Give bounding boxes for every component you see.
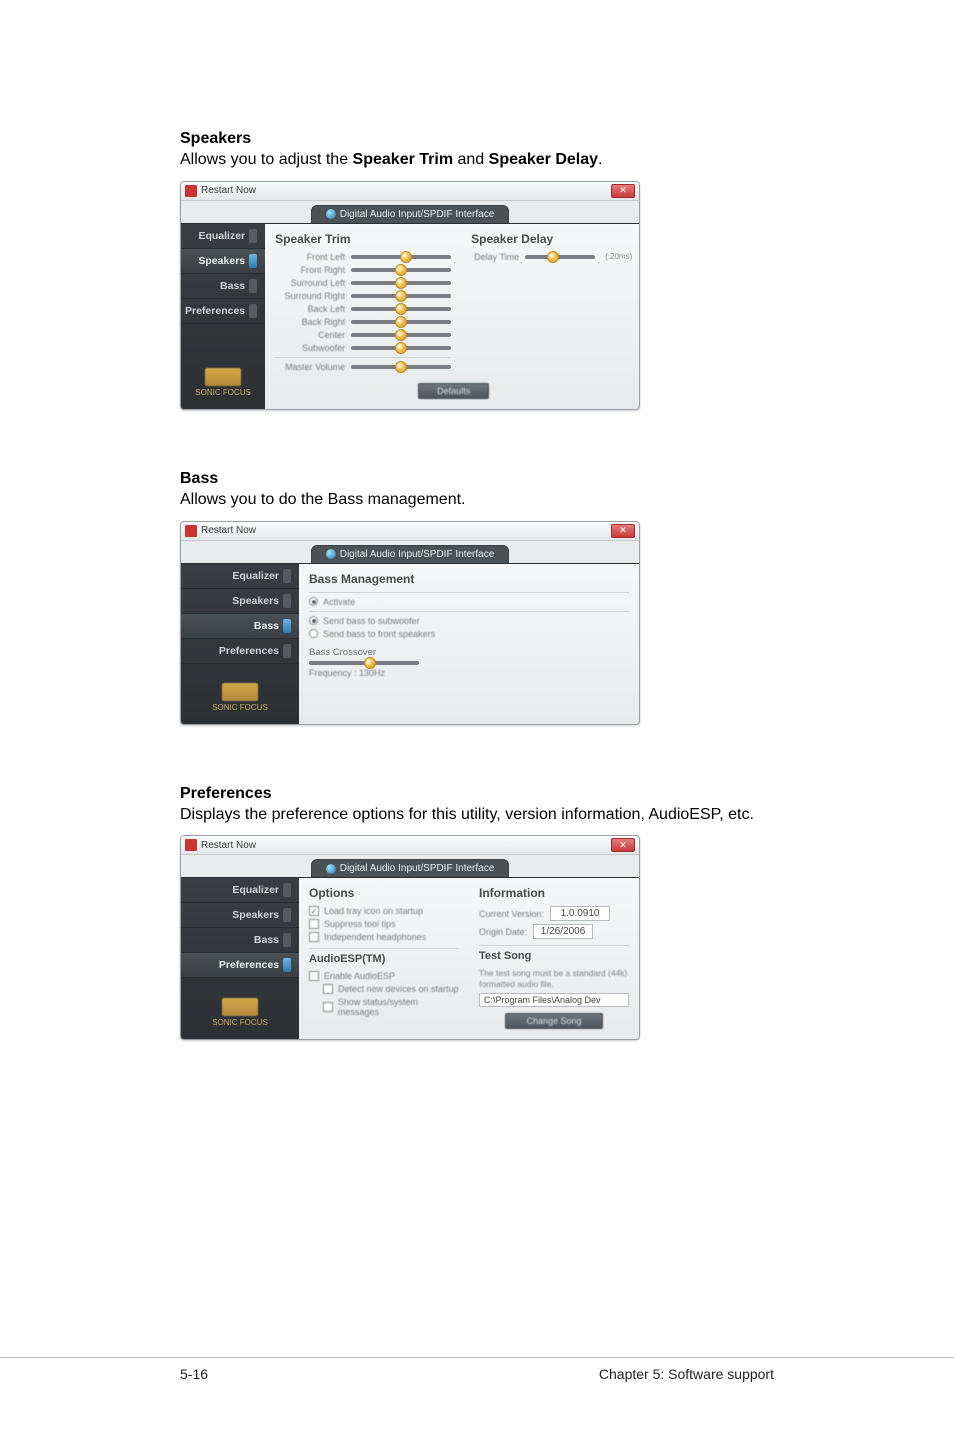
brand: SONIC FOCUS bbox=[181, 990, 299, 1031]
app-icon bbox=[185, 185, 197, 197]
speakers-content: Speaker Trim Front Left Front Right Surr… bbox=[265, 224, 640, 409]
close-button[interactable]: ✕ bbox=[611, 838, 635, 852]
slider-delay-time[interactable]: Delay Time (:20ms) bbox=[471, 252, 632, 262]
sidebar-item-equalizer[interactable]: Equalizer bbox=[181, 224, 265, 249]
window-title: Restart Now bbox=[201, 840, 256, 851]
sidebar-item-bass[interactable]: Bass bbox=[181, 614, 299, 639]
slider-front-right[interactable]: Front Right bbox=[275, 265, 451, 275]
slider-subwoofer[interactable]: Subwoofer bbox=[275, 343, 451, 353]
sidebar: Equalizer Speakers Bass Preferences SONI… bbox=[181, 878, 299, 1038]
crossover-frequency: Frequency : 130Hz bbox=[309, 668, 629, 678]
tab-label: Digital Audio Input/SPDIF Interface bbox=[340, 209, 495, 220]
titlebar: Restart Now ✕ bbox=[181, 836, 639, 855]
speakers-window: Restart Now ✕ Digital Audio Input/SPDIF … bbox=[180, 181, 640, 410]
window-title: Restart Now bbox=[201, 525, 256, 536]
page-number: 5-16 bbox=[180, 1366, 208, 1382]
bass-window: Restart Now ✕ Digital Audio Input/SPDIF … bbox=[180, 521, 640, 725]
bass-management-title: Bass Management bbox=[309, 572, 629, 586]
check-show-status-messages[interactable]: Show status/system messages bbox=[309, 997, 459, 1017]
bass-crossover-label: Bass Crossover bbox=[309, 647, 629, 658]
section-preferences: Preferences Displays the preference opti… bbox=[180, 785, 774, 1040]
options-title: Options bbox=[309, 886, 459, 900]
sidebar-item-equalizer[interactable]: Equalizer bbox=[181, 564, 299, 589]
check-detect-new-devices[interactable]: Detect new devices on startup bbox=[309, 984, 459, 994]
speaker-trim-title: Speaker Trim bbox=[275, 232, 451, 246]
audioesp-title: AudioESP(TM) bbox=[309, 953, 459, 965]
test-song-title: Test Song bbox=[479, 950, 629, 962]
tab-digital-audio[interactable]: Digital Audio Input/SPDIF Interface bbox=[311, 859, 510, 877]
brand: SONIC FOCUS bbox=[181, 360, 265, 401]
section-description: Displays the preference options for this… bbox=[180, 805, 774, 826]
sidebar-item-speakers[interactable]: Speakers bbox=[181, 589, 299, 614]
slider-back-right[interactable]: Back Right bbox=[275, 317, 451, 327]
app-icon bbox=[185, 839, 197, 851]
sidebar-item-speakers[interactable]: Speakers bbox=[181, 903, 299, 928]
section-title: Preferences bbox=[180, 785, 774, 803]
slider-surround-right[interactable]: Surround Right bbox=[275, 291, 451, 301]
window-title: Restart Now bbox=[201, 185, 256, 196]
spdif-icon bbox=[326, 549, 336, 559]
slider-surround-left[interactable]: Surround Left bbox=[275, 278, 451, 288]
check-suppress-tips[interactable]: Suppress tool tips bbox=[309, 919, 459, 929]
sidebar: Equalizer Speakers Bass Preferences SONI… bbox=[181, 564, 299, 724]
section-title: Bass bbox=[180, 470, 774, 488]
sidebar-item-bass[interactable]: Bass bbox=[181, 928, 299, 953]
information-title: Information bbox=[479, 886, 629, 900]
tab-digital-audio[interactable]: Digital Audio Input/SPDIF Interface bbox=[311, 205, 510, 223]
titlebar: Restart Now ✕ bbox=[181, 522, 639, 541]
sidebar-item-preferences[interactable]: Preferences bbox=[181, 953, 299, 978]
section-description: Allows you to adjust the Speaker Trim an… bbox=[180, 150, 774, 171]
section-bass: Bass Allows you to do the Bass managemen… bbox=[180, 470, 774, 725]
close-button[interactable]: ✕ bbox=[611, 184, 635, 198]
brand-logo-icon bbox=[222, 683, 258, 701]
slider-center[interactable]: Center bbox=[275, 330, 451, 340]
sidebar-item-equalizer[interactable]: Equalizer bbox=[181, 878, 299, 903]
defaults-button[interactable]: Defaults bbox=[418, 383, 489, 399]
section-speakers: Speakers Allows you to adjust the Speake… bbox=[180, 130, 774, 410]
slider-master-volume[interactable]: Master Volume bbox=[275, 362, 451, 372]
sidebar-item-speakers[interactable]: Speakers bbox=[181, 249, 265, 274]
slider-back-left[interactable]: Back Left bbox=[275, 304, 451, 314]
sidebar: Equalizer Speakers Bass Preferences SONI… bbox=[181, 224, 265, 409]
preferences-window: Restart Now ✕ Digital Audio Input/SPDIF … bbox=[180, 835, 640, 1039]
spdif-icon bbox=[326, 209, 336, 219]
brand-logo-icon bbox=[205, 368, 241, 386]
section-title: Speakers bbox=[180, 130, 774, 148]
check-tray-icon[interactable]: Load tray icon on startup bbox=[309, 906, 459, 916]
info-date: Origin Date:1/26/2006 bbox=[479, 924, 629, 939]
app-icon bbox=[185, 525, 197, 537]
change-song-button[interactable]: Change Song bbox=[505, 1013, 602, 1029]
chapter-label: Chapter 5: Software support bbox=[599, 1366, 774, 1382]
check-enable-audioesp[interactable]: Enable AudioESP bbox=[309, 971, 459, 981]
radio-send-bass-subwoofer[interactable]: Send bass to subwoofer bbox=[309, 616, 629, 626]
info-version: Current Version:1.0.0910 bbox=[479, 906, 629, 921]
page-footer: 5-16 Chapter 5: Software support bbox=[0, 1357, 954, 1382]
titlebar: Restart Now ✕ bbox=[181, 182, 639, 201]
close-button[interactable]: ✕ bbox=[611, 524, 635, 538]
brand: SONIC FOCUS bbox=[181, 675, 299, 716]
spdif-icon bbox=[326, 864, 336, 874]
test-song-path[interactable]: C:\Program Files\Analog Dev bbox=[479, 993, 629, 1007]
preferences-content: Options Load tray icon on startup Suppre… bbox=[299, 878, 639, 1038]
sidebar-item-bass[interactable]: Bass bbox=[181, 274, 265, 299]
radio-send-bass-front[interactable]: Send bass to front speakers bbox=[309, 629, 629, 639]
tab-strip: Digital Audio Input/SPDIF Interface bbox=[181, 201, 639, 223]
speaker-delay-title: Speaker Delay bbox=[471, 232, 632, 246]
tab-digital-audio[interactable]: Digital Audio Input/SPDIF Interface bbox=[311, 545, 510, 563]
sidebar-item-preferences[interactable]: Preferences bbox=[181, 299, 265, 324]
check-independent-headphones[interactable]: Independent headphones bbox=[309, 932, 459, 942]
brand-logo-icon bbox=[222, 998, 258, 1016]
sidebar-item-preferences[interactable]: Preferences bbox=[181, 639, 299, 664]
section-description: Allows you to do the Bass management. bbox=[180, 490, 774, 511]
slider-bass-crossover[interactable] bbox=[309, 661, 629, 665]
bass-content: Bass Management Activate Send bass to su… bbox=[299, 564, 639, 724]
test-song-desc: The test song must be a standard (44k) f… bbox=[479, 968, 629, 988]
slider-front-left[interactable]: Front Left bbox=[275, 252, 451, 262]
activate-checkbox[interactable]: Activate bbox=[309, 597, 629, 607]
